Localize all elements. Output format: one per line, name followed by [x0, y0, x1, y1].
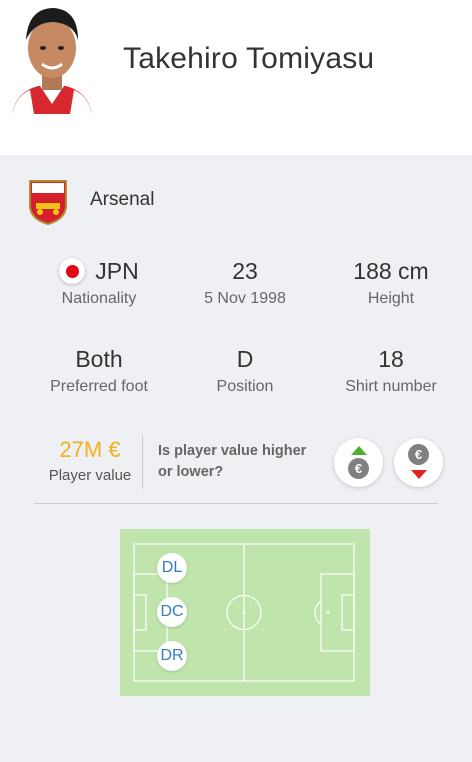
stat-nationality: JPN Nationality: [24, 256, 174, 308]
japan-flag-icon: [59, 258, 86, 284]
market-value-block: 27M € Player value: [40, 437, 140, 484]
player-photo: [12, 8, 92, 114]
club-name: Arsenal: [90, 189, 155, 210]
player-name: Takehiro Tomiyasu: [123, 42, 375, 75]
market-value-label: Player value: [48, 467, 132, 484]
section-divider: [34, 503, 438, 504]
stat-foot: Both Preferred foot: [24, 344, 174, 396]
position-pitch: DL DC DR: [120, 529, 370, 696]
height-label: Height: [367, 290, 415, 307]
shirt-value: 18: [378, 346, 404, 372]
player-details-card: Arsenal JPN Nationality 23 5 Nov 1998 18…: [0, 155, 472, 762]
market-value-amount: 27M €: [59, 437, 121, 462]
club-crest-icon: [29, 180, 67, 225]
player-header: Takehiro Tomiyasu: [0, 0, 472, 155]
nationality-label: Nationality: [61, 290, 137, 307]
position-badge-dc: DC: [157, 597, 187, 627]
position-badge-dr: DR: [157, 641, 187, 671]
euro-icon: €: [408, 444, 429, 465]
foot-value: Both: [75, 346, 123, 372]
height-value: 188 cm: [353, 258, 429, 284]
position-label: Position: [216, 378, 274, 395]
divider: [142, 435, 143, 489]
arrow-up-icon: [351, 446, 367, 455]
foot-label: Preferred foot: [50, 378, 148, 395]
vote-higher-button[interactable]: €: [334, 438, 383, 487]
birth-date: 5 Nov 1998: [204, 290, 286, 307]
stat-height: 188 cm Height: [316, 256, 466, 308]
position-badge-dl: DL: [157, 553, 187, 583]
arrow-down-icon: [411, 470, 427, 479]
stat-shirt: 18 Shirt number: [316, 344, 466, 396]
club-row[interactable]: Arsenal: [28, 179, 154, 225]
age-value: 23: [232, 258, 258, 284]
stat-position: D Position: [170, 344, 320, 396]
vote-lower-button[interactable]: €: [394, 438, 443, 487]
nationality-value: JPN: [95, 258, 139, 284]
stat-age: 23 5 Nov 1998: [170, 256, 320, 308]
shirt-label: Shirt number: [345, 378, 437, 395]
position-value: D: [236, 346, 254, 372]
value-question: Is player value higher or lower?: [158, 443, 307, 480]
euro-icon: €: [348, 458, 369, 479]
